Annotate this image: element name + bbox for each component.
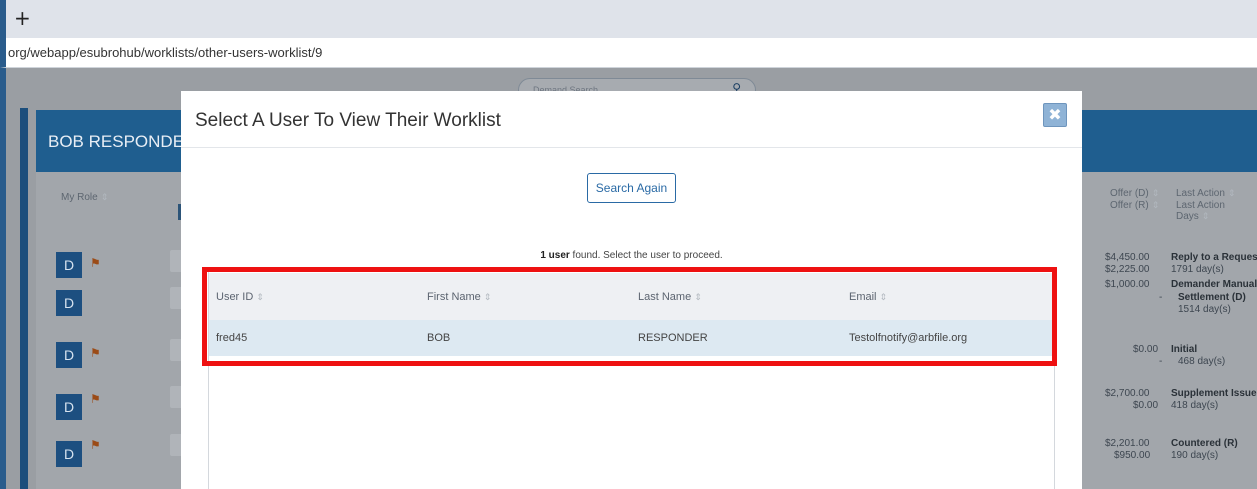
search-again-button[interactable]: Search Again <box>587 173 676 203</box>
offer-r-value: - <box>1159 356 1163 367</box>
offer-d-value: $2,700.00 <box>1105 388 1150 399</box>
results-count-text: 1 user found. Select the user to proceed… <box>181 250 1082 261</box>
modal-title: Select A User To View Their Worklist <box>195 110 501 131</box>
results-instruction: found. Select the user to proceed. <box>569 250 723 261</box>
column-header-offer-r[interactable]: Offer (R) ⇕ <box>1110 200 1159 211</box>
left-accent-strip <box>20 108 28 489</box>
last-action-title-line2: Settlement (D) <box>1178 292 1246 303</box>
flag-icon[interactable]: ⚑ <box>90 392 101 406</box>
column-header-offer-d[interactable]: Offer (D) ⇕ <box>1110 188 1159 199</box>
last-action-days: 468 day(s) <box>1178 356 1226 367</box>
new-tab-icon[interactable]: + <box>14 6 31 30</box>
last-action-days: 190 day(s) <box>1171 450 1219 461</box>
last-action-title: Countered (R) <box>1171 438 1238 449</box>
last-action-title: Reply to a Request (D <box>1171 252 1257 263</box>
offer-r-value: $2,225.00 <box>1105 264 1150 275</box>
role-badge[interactable]: D <box>56 342 82 368</box>
url-text: org/webapp/esubrohub/worklists/other-use… <box>8 45 323 60</box>
offer-d-value: $1,000.00 <box>1105 279 1150 290</box>
offer-d-value: $0.00 <box>1133 344 1159 355</box>
flag-icon[interactable]: ⚑ <box>90 346 101 360</box>
role-badge[interactable]: D <box>56 252 82 278</box>
last-action-days: 418 day(s) <box>1171 400 1219 411</box>
column-header-last-action-days[interactable]: Last Action Days ⇕ <box>1176 200 1257 222</box>
modal-header-divider <box>181 147 1082 148</box>
offer-d-value: $4,450.00 <box>1105 252 1150 263</box>
last-action-title: Supplement Issued <box>1171 388 1257 399</box>
offer-r-value: - <box>1159 292 1163 303</box>
flag-icon[interactable]: ⚑ <box>90 256 101 270</box>
address-bar[interactable]: org/webapp/esubrohub/worklists/other-use… <box>0 38 1257 68</box>
column-header-last-action[interactable]: Last Action ⇕ <box>1176 188 1235 199</box>
results-count: 1 user <box>540 250 570 261</box>
last-action-title: Initial <box>1171 344 1198 355</box>
offer-d-value: $2,201.00 <box>1105 438 1150 449</box>
offer-r-value: $950.00 <box>1114 450 1151 461</box>
column-header-my-role[interactable]: My Role ⇕ <box>61 192 108 203</box>
last-action-title: Demander Manual <box>1171 279 1257 290</box>
flag-icon[interactable]: ⚑ <box>90 438 101 452</box>
role-badge[interactable]: D <box>56 394 82 420</box>
worklist-user-name: BOB RESPONDER <box>48 132 197 151</box>
browser-tab-bar: + <box>0 0 1257 38</box>
close-icon[interactable]: ✖ <box>1043 103 1067 127</box>
role-badge[interactable]: D <box>56 441 82 467</box>
highlight-annotation-box <box>202 267 1057 366</box>
last-action-days: 1791 day(s) <box>1171 264 1224 275</box>
offer-r-value: $0.00 <box>1133 400 1159 411</box>
role-badge[interactable]: D <box>56 290 82 316</box>
last-action-days: 1514 day(s) <box>1178 304 1231 315</box>
